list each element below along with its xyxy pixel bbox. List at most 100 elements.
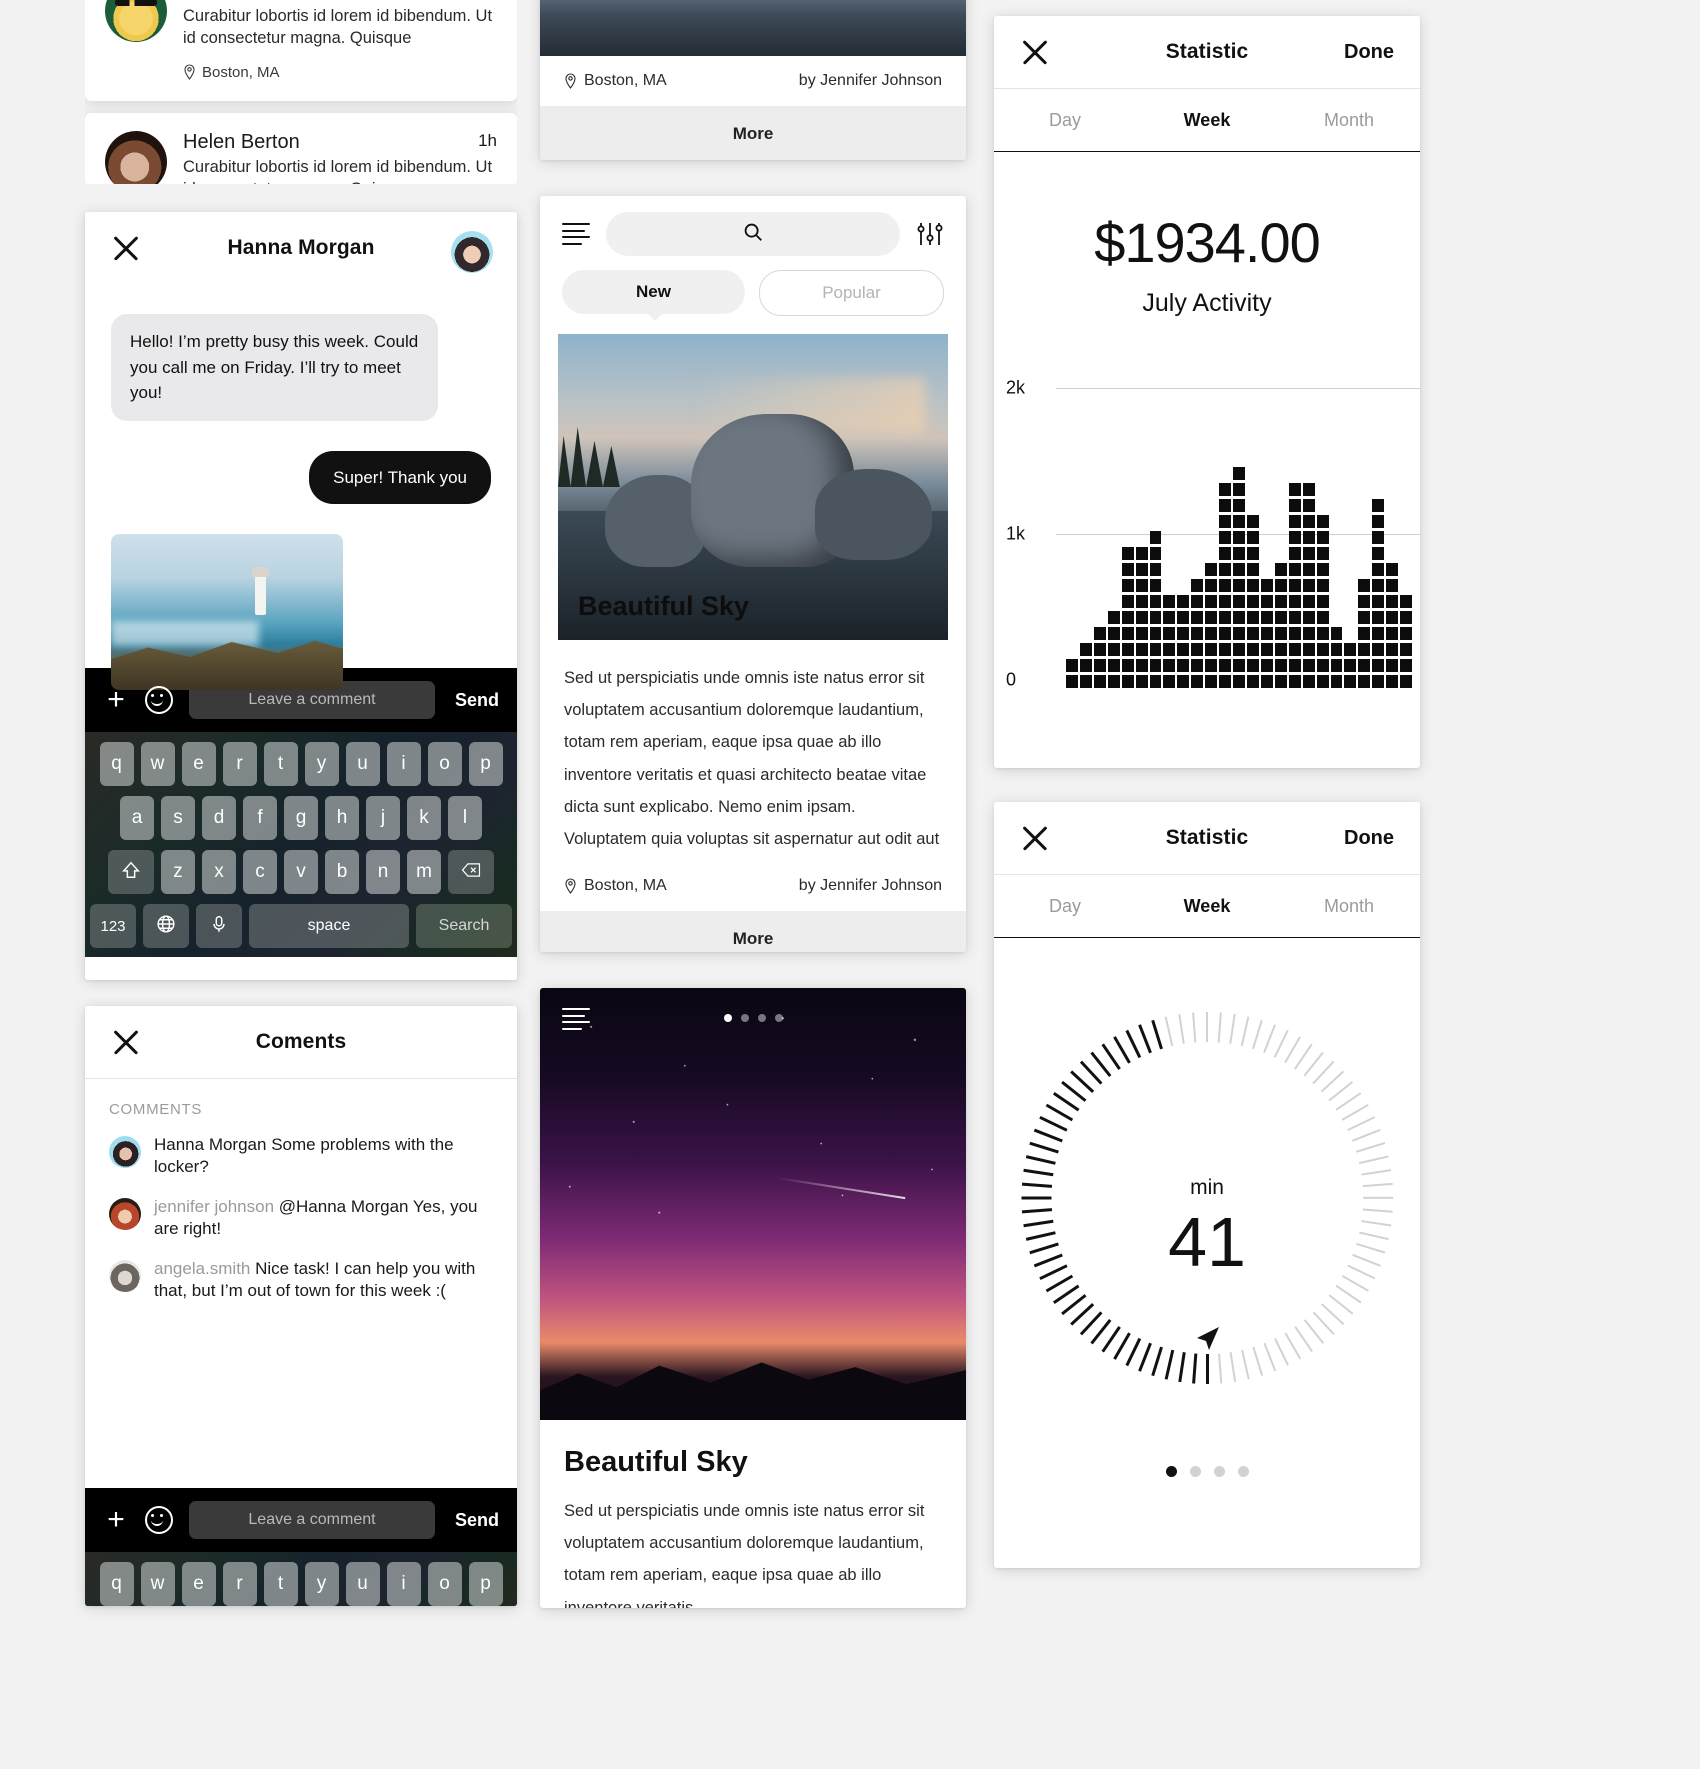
key-d[interactable]: d — [202, 796, 236, 840]
emoji-icon[interactable] — [145, 1506, 173, 1534]
bar-cell — [1163, 627, 1176, 640]
tab-month[interactable]: Month — [1278, 875, 1420, 937]
tab-day[interactable]: Day — [994, 875, 1136, 937]
comment-item[interactable]: Hanna Morgan Some problems with the lock… — [109, 1134, 493, 1178]
statistic-navbar: Statistic Done — [994, 16, 1420, 88]
key-g[interactable]: g — [284, 796, 318, 840]
key-j[interactable]: j — [366, 796, 400, 840]
bar-cell — [1316, 515, 1329, 528]
chat-photo-attachment[interactable] — [111, 534, 343, 690]
key-f[interactable]: f — [243, 796, 277, 840]
menu-icon[interactable] — [562, 223, 590, 245]
done-button[interactable]: Done — [1344, 827, 1394, 850]
globe-key[interactable] — [143, 904, 189, 948]
key-t[interactable]: t — [263, 1562, 298, 1606]
done-button[interactable]: Done — [1344, 41, 1394, 64]
key-o[interactable]: o — [427, 742, 462, 786]
sky-image[interactable] — [540, 988, 966, 1420]
key-n[interactable]: n — [366, 850, 400, 894]
dial-gauge[interactable]: min 41 — [994, 938, 1420, 1458]
key-k[interactable]: k — [407, 796, 441, 840]
key-q[interactable]: q — [99, 1562, 134, 1606]
dial-tick — [1164, 1016, 1174, 1047]
bar-cell — [1191, 627, 1204, 640]
key-p[interactable]: p — [468, 1562, 503, 1606]
close-icon[interactable] — [111, 1027, 141, 1057]
carousel-dot[interactable] — [757, 1014, 766, 1022]
add-attachment-icon[interactable]: + — [103, 1505, 129, 1535]
carousel-dot[interactable] — [740, 1014, 749, 1022]
key-e[interactable]: e — [181, 1562, 216, 1606]
space-key[interactable]: space — [249, 904, 409, 948]
key-u[interactable]: u — [345, 742, 380, 786]
key-o[interactable]: o — [427, 1562, 462, 1606]
tab-month[interactable]: Month — [1278, 89, 1420, 151]
key-b[interactable]: b — [325, 850, 359, 894]
bar-cell — [1177, 627, 1190, 640]
close-icon[interactable] — [111, 233, 141, 263]
key-m[interactable]: m — [407, 850, 441, 894]
key-r[interactable]: r — [222, 742, 257, 786]
notification-item[interactable]: Helen Berton 1h Curabitur lobortis id lo… — [85, 112, 517, 184]
key-l[interactable]: l — [448, 796, 482, 840]
bar-cell — [1288, 643, 1301, 656]
key-h[interactable]: h — [325, 796, 359, 840]
key-a[interactable]: a — [120, 796, 154, 840]
tab-week[interactable]: Week — [1136, 875, 1278, 937]
tab-day[interactable]: Day — [994, 89, 1136, 151]
key-x[interactable]: x — [202, 850, 236, 894]
page-dot[interactable] — [1165, 1466, 1177, 1477]
key-z[interactable]: z — [161, 850, 195, 894]
search-key[interactable]: Search — [416, 904, 512, 948]
bar — [1344, 643, 1357, 688]
chat-navbar: Hanna Morgan — [85, 212, 517, 284]
notification-item[interactable]: Julia Mitchell 1h Curabitur lobortis id … — [85, 0, 517, 101]
key-w[interactable]: w — [140, 742, 175, 786]
page-dot[interactable] — [1189, 1466, 1201, 1477]
bar-cell — [1358, 643, 1371, 656]
key-w[interactable]: w — [140, 1562, 175, 1606]
tab-week[interactable]: Week — [1136, 89, 1278, 151]
bar-cell — [1302, 643, 1315, 656]
dictation-key[interactable] — [196, 904, 242, 948]
tab-popular[interactable]: Popular — [759, 270, 944, 316]
key-r[interactable]: r — [222, 1562, 257, 1606]
send-button[interactable]: Send — [451, 1510, 499, 1531]
key-c[interactable]: c — [243, 850, 277, 894]
close-icon[interactable] — [1020, 37, 1050, 67]
backspace-key[interactable] — [448, 850, 494, 894]
tab-new[interactable]: New — [562, 270, 745, 321]
post-title: Beautiful Sky — [578, 591, 750, 621]
key-i[interactable]: i — [386, 742, 421, 786]
key-y[interactable]: y — [304, 742, 339, 786]
comment-item[interactable]: angela.smith Nice task! I can help you w… — [109, 1258, 493, 1302]
close-icon[interactable] — [1020, 823, 1050, 853]
carousel-dot[interactable] — [774, 1014, 783, 1022]
page-dot[interactable] — [1237, 1466, 1249, 1477]
key-i[interactable]: i — [386, 1562, 421, 1606]
key-y[interactable]: y — [304, 1562, 339, 1606]
comment-item[interactable]: jennifer johnson @Hanna Morgan Yes, you … — [109, 1196, 493, 1240]
send-button[interactable]: Send — [451, 690, 499, 711]
filter-icon[interactable] — [916, 221, 944, 247]
shift-key[interactable] — [108, 850, 154, 894]
key-s[interactable]: s — [161, 796, 195, 840]
numbers-key[interactable]: 123 — [90, 904, 136, 948]
key-q[interactable]: q — [99, 742, 134, 786]
key-e[interactable]: e — [181, 742, 216, 786]
key-v[interactable]: v — [284, 850, 318, 894]
key-t[interactable]: t — [263, 742, 298, 786]
avatar[interactable] — [451, 231, 493, 273]
page-dot[interactable] — [1213, 1466, 1225, 1477]
more-button[interactable]: More — [540, 106, 966, 160]
comment-input[interactable]: Leave a comment — [189, 1501, 435, 1539]
location-pin-icon — [564, 73, 577, 89]
emoji-icon[interactable] — [145, 686, 173, 714]
post-hero-image[interactable]: Beautiful Sky — [558, 334, 948, 640]
key-u[interactable]: u — [345, 1562, 380, 1606]
carousel-dot[interactable] — [723, 1014, 732, 1022]
key-p[interactable]: p — [468, 742, 503, 786]
more-button[interactable]: More — [540, 911, 966, 952]
search-input[interactable] — [606, 212, 900, 256]
bar-cell — [1233, 579, 1245, 592]
